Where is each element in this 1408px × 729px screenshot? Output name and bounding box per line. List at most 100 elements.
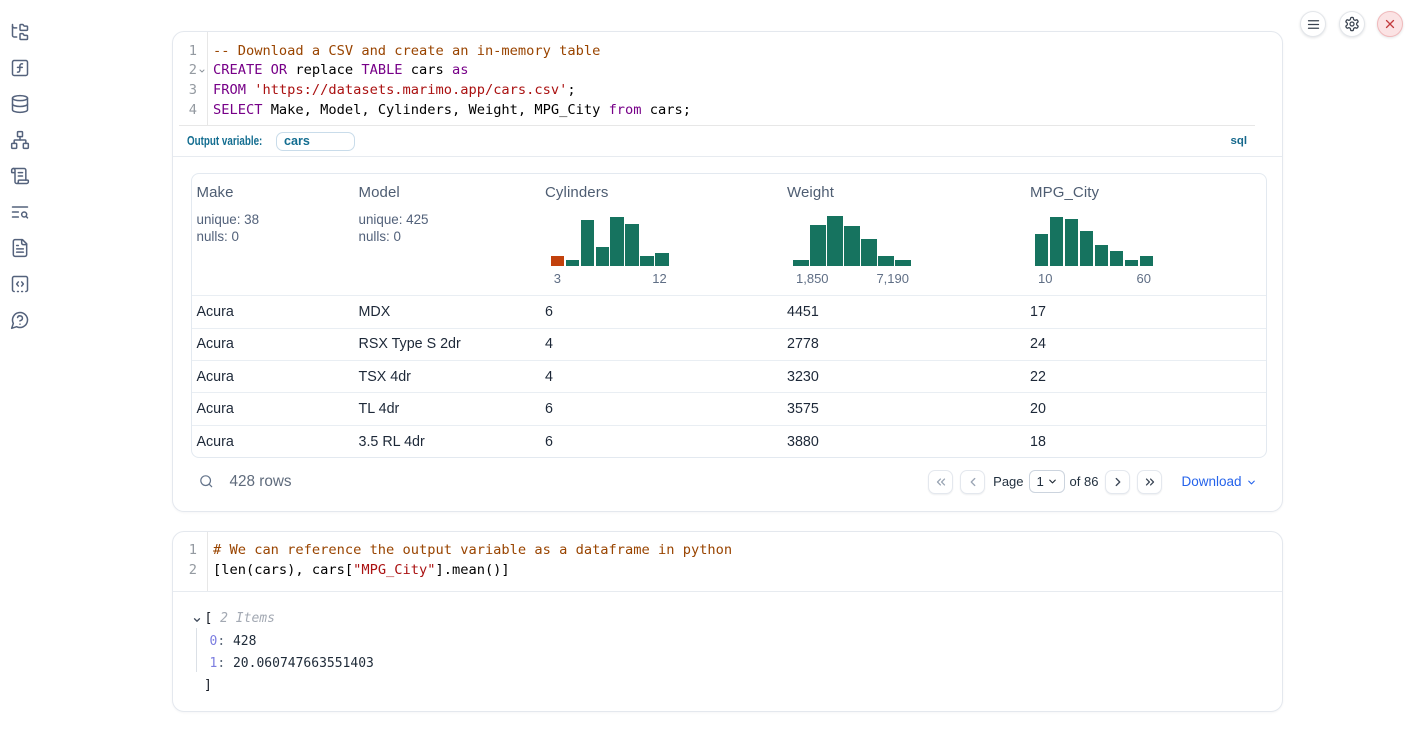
table-row[interactable]: Acura 3.5 RL 4dr 6 3880 18 bbox=[192, 425, 1266, 457]
page-select-value: 1 bbox=[1037, 474, 1044, 489]
histogram-min-label: 3 bbox=[554, 271, 561, 286]
cell-weight: 3575 bbox=[787, 401, 1030, 417]
code-line: [len(cars), cars["MPG_City"].mean()] bbox=[213, 561, 1276, 581]
column-stat: nulls: 0 bbox=[359, 229, 401, 244]
histogram-max-label: 7,190 bbox=[876, 271, 909, 286]
cell-weight: 2778 bbox=[787, 336, 1030, 352]
line-number-gutter: 1 2 bbox=[173, 532, 208, 591]
column-header-weight[interactable]: Weight 1,8507,190 bbox=[787, 174, 1030, 295]
histogram-max-label: 12 bbox=[652, 271, 666, 286]
output-variable-input[interactable] bbox=[276, 132, 355, 151]
page-select[interactable]: 1 bbox=[1029, 470, 1065, 493]
code-line: -- Download a CSV and create an in-memor… bbox=[213, 42, 1276, 62]
histogram-bars bbox=[793, 215, 911, 266]
download-button[interactable]: Download bbox=[1181, 474, 1256, 489]
histogram-bars bbox=[1035, 215, 1153, 266]
functions-icon[interactable] bbox=[10, 58, 30, 78]
cell-sql: 1 2 3 4 -- Download a CSV and create an … bbox=[172, 31, 1283, 512]
database-icon[interactable] bbox=[10, 94, 30, 114]
sql-code-editor[interactable]: 1 2 3 4 -- Download a CSV and create an … bbox=[173, 32, 1282, 125]
tree-colon: : bbox=[217, 656, 225, 671]
fold-chevron-icon[interactable] bbox=[197, 61, 207, 81]
table-row[interactable]: Acura TL 4dr 6 3575 20 bbox=[192, 392, 1266, 424]
scratchpad-icon[interactable] bbox=[10, 166, 30, 186]
table-footer: 428 rows Page 1 of 86 bbox=[199, 469, 1257, 494]
cell-mpg-city: 18 bbox=[1030, 434, 1266, 450]
column-stat: nulls: 0 bbox=[197, 229, 239, 244]
dependency-graph-icon[interactable] bbox=[10, 130, 30, 150]
data-table: Make unique: 38nulls: 0 Model unique: 42… bbox=[191, 173, 1267, 458]
documentation-icon[interactable] bbox=[10, 238, 30, 258]
cell-model: TL 4dr bbox=[359, 401, 546, 417]
output-variable-row: Output variable: sql bbox=[173, 126, 1282, 156]
table-row[interactable]: Acura TSX 4dr 4 3230 22 bbox=[192, 360, 1266, 392]
menu-button[interactable] bbox=[1300, 11, 1326, 37]
page-total: of 86 bbox=[1070, 474, 1099, 489]
language-label[interactable]: sql bbox=[1231, 135, 1247, 147]
weight-histogram: 1,8507,190 bbox=[793, 215, 911, 286]
snippets-icon[interactable] bbox=[10, 274, 30, 294]
next-page-button[interactable] bbox=[1105, 470, 1130, 494]
table-row[interactable]: Acura MDX 6 4451 17 bbox=[192, 295, 1266, 327]
output-variable-label: Output variable: bbox=[187, 134, 262, 148]
column-header-cylinders[interactable]: Cylinders 312 bbox=[545, 174, 787, 295]
cell-make: Acura bbox=[197, 434, 359, 450]
code-line: SELECT Make, Model, Cylinders, Weight, M… bbox=[213, 101, 1276, 121]
cell-weight: 3230 bbox=[787, 369, 1030, 385]
table-row[interactable]: Acura RSX Type S 2dr 4 2778 24 bbox=[192, 328, 1266, 360]
search-icon[interactable] bbox=[199, 474, 214, 489]
last-page-button[interactable] bbox=[1137, 470, 1162, 494]
notebook-cells: 1 2 3 4 -- Download a CSV and create an … bbox=[172, 31, 1283, 712]
settings-button[interactable] bbox=[1339, 11, 1365, 37]
cell-mpg-city: 22 bbox=[1030, 369, 1266, 385]
code-line: FROM 'https://datasets.marimo.app/cars.c… bbox=[213, 81, 1276, 101]
code-line: # We can reference the output variable a… bbox=[213, 541, 1276, 561]
shutdown-button[interactable] bbox=[1377, 11, 1403, 37]
cell-mpg-city: 24 bbox=[1030, 336, 1266, 352]
file-tree-icon[interactable] bbox=[10, 22, 30, 42]
tree-guide-line bbox=[196, 628, 197, 672]
first-page-button[interactable] bbox=[928, 470, 953, 494]
python-code: # We can reference the output variable a… bbox=[208, 532, 1282, 591]
column-header-make[interactable]: Make unique: 38nulls: 0 bbox=[197, 174, 359, 295]
close-bracket: ] bbox=[204, 678, 212, 693]
items-count-label: 2 Items bbox=[212, 608, 275, 630]
cell-model: MDX bbox=[359, 304, 546, 320]
line-number-gutter: 1 2 3 4 bbox=[173, 32, 208, 125]
left-sidebar bbox=[0, 22, 40, 330]
notebook-actions bbox=[1300, 11, 1403, 37]
python-cell-output: [ 2 Items 0: 428 1: 20.060747663551403 ] bbox=[173, 592, 1282, 711]
cell-make: Acura bbox=[197, 304, 359, 320]
tree-entry: 0: 428 bbox=[173, 631, 1282, 653]
python-code-editor[interactable]: 1 2 # We can reference the output variab… bbox=[173, 532, 1282, 591]
column-stat: unique: 425 bbox=[359, 212, 429, 227]
cell-make: Acura bbox=[197, 336, 359, 352]
column-stat: unique: 38 bbox=[197, 212, 260, 227]
pagination: Page 1 of 86 Download bbox=[928, 470, 1256, 494]
cell-weight: 3880 bbox=[787, 434, 1030, 450]
cell-cylinders: 4 bbox=[545, 336, 787, 352]
cell-model: TSX 4dr bbox=[359, 369, 546, 385]
chevron-down-icon bbox=[1047, 476, 1058, 487]
logs-icon[interactable] bbox=[10, 202, 30, 222]
tree-colon: : bbox=[217, 634, 225, 649]
tree-close-row: ] bbox=[173, 675, 1282, 697]
chevron-down-icon bbox=[1246, 477, 1257, 488]
cell-make: Acura bbox=[197, 369, 359, 385]
histogram-bars bbox=[551, 215, 669, 266]
tree-root-row: [ 2 Items bbox=[173, 608, 1282, 630]
sql-cell-output: Make unique: 38nulls: 0 Model unique: 42… bbox=[173, 157, 1282, 510]
histogram-max-label: 60 bbox=[1137, 271, 1151, 286]
table-header-row: Make unique: 38nulls: 0 Model unique: 42… bbox=[192, 174, 1266, 295]
column-header-model[interactable]: Model unique: 425nulls: 0 bbox=[359, 174, 546, 295]
cell-cylinders: 6 bbox=[545, 434, 787, 450]
sql-code: -- Download a CSV and create an in-memor… bbox=[208, 32, 1282, 125]
marimo-notebook: 1 2 3 4 -- Download a CSV and create an … bbox=[0, 0, 1408, 729]
previous-page-button[interactable] bbox=[960, 470, 985, 494]
cell-python: 1 2 # We can reference the output variab… bbox=[172, 531, 1283, 712]
column-header-mpg-city[interactable]: MPG_City 1060 bbox=[1030, 174, 1266, 295]
help-icon[interactable] bbox=[10, 310, 30, 330]
row-count: 428 rows bbox=[230, 473, 292, 491]
collapse-chevron-icon[interactable] bbox=[192, 615, 202, 625]
cell-cylinders: 4 bbox=[545, 369, 787, 385]
